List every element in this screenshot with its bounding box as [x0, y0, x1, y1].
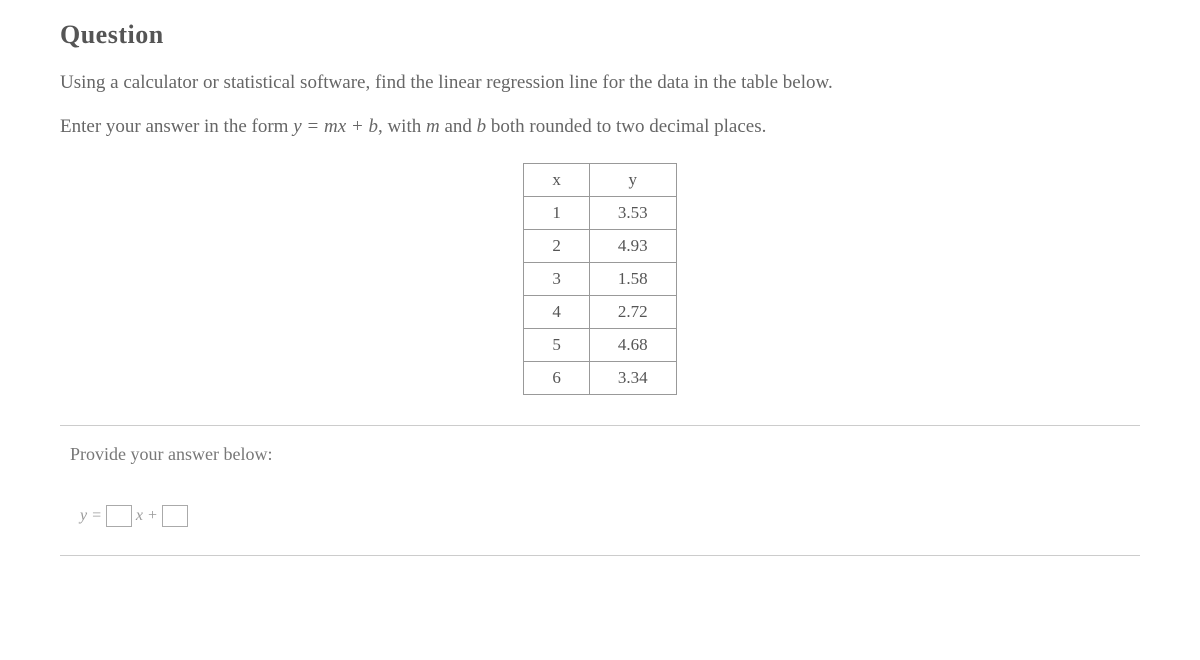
cell-y: 4.93 [589, 229, 676, 262]
equation-input-row: y = x + [70, 505, 1130, 537]
table-row: 3 1.58 [524, 262, 676, 295]
table-row: 4 2.72 [524, 295, 676, 328]
header-y: y [589, 163, 676, 196]
variable-b: b [477, 116, 487, 137]
prompt-text-and: and [440, 116, 477, 137]
data-table: x y 1 3.53 2 4.93 3 1.58 4 2.72 5 4.68 6… [523, 163, 676, 395]
header-x: x [524, 163, 590, 196]
equation-equals: = [91, 507, 102, 525]
slope-input[interactable] [106, 505, 132, 527]
cell-x: 3 [524, 262, 590, 295]
cell-x: 1 [524, 196, 590, 229]
prompt-text-mid: , with [378, 116, 426, 137]
prompt-line-2: Enter your answer in the form y = mx + b… [60, 112, 1140, 142]
intercept-input[interactable] [162, 505, 188, 527]
cell-y: 3.53 [589, 196, 676, 229]
cell-y: 1.58 [589, 262, 676, 295]
table-row: 1 3.53 [524, 196, 676, 229]
cell-y: 2.72 [589, 295, 676, 328]
variable-m: m [426, 116, 440, 137]
equation-x: x [136, 507, 143, 525]
table-header-row: x y [524, 163, 676, 196]
cell-x: 2 [524, 229, 590, 262]
cell-x: 4 [524, 295, 590, 328]
prompt-text-post: both rounded to two decimal places. [486, 116, 766, 137]
table-row: 6 3.34 [524, 361, 676, 394]
cell-y: 4.68 [589, 328, 676, 361]
equation-y: y [80, 507, 87, 525]
prompt-line-1: Using a calculator or statistical softwa… [60, 68, 1140, 98]
equation-plus: + [147, 507, 158, 525]
table-row: 2 4.93 [524, 229, 676, 262]
cell-x: 5 [524, 328, 590, 361]
question-heading: Question [60, 20, 1140, 50]
answer-label: Provide your answer below: [70, 444, 1130, 465]
equation-form: y = mx + b [293, 116, 378, 137]
prompt-text-pre: Enter your answer in the form [60, 116, 293, 137]
cell-x: 6 [524, 361, 590, 394]
table-row: 5 4.68 [524, 328, 676, 361]
answer-section: Provide your answer below: y = x + [60, 425, 1140, 556]
cell-y: 3.34 [589, 361, 676, 394]
